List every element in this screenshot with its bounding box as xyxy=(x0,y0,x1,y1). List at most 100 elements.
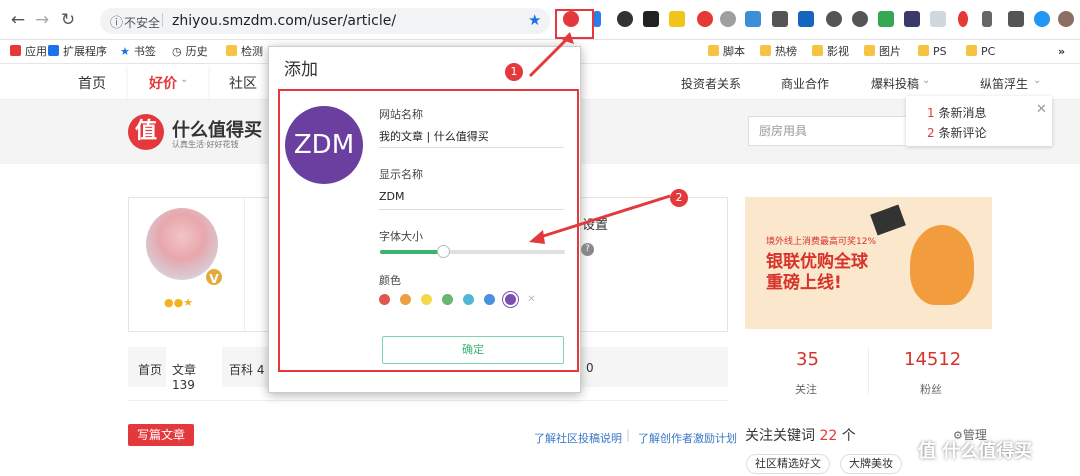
extension-icon[interactable] xyxy=(1008,11,1024,27)
extension-icon[interactable] xyxy=(720,11,736,27)
write-article-button[interactable]: 写篇文章 xyxy=(128,424,194,446)
folder-icon xyxy=(708,45,719,56)
bookmark-label: 扩展程序 xyxy=(63,45,107,58)
extension-icon[interactable] xyxy=(798,11,814,27)
divider xyxy=(162,13,163,27)
bookmark-label: PC xyxy=(981,45,996,58)
submission-guide-link[interactable]: 了解社区投稿说明 xyxy=(534,430,622,446)
tab-article-active[interactable]: 文章 139 xyxy=(166,347,222,392)
keyword-chip[interactable]: 大牌美妆 xyxy=(840,454,902,474)
extension-icon[interactable] xyxy=(904,11,920,27)
clock-icon: ◷ xyxy=(172,45,182,58)
incentive-plan-link[interactable]: 了解创作者激励计划 xyxy=(638,430,737,446)
back-icon[interactable]: ← xyxy=(8,10,28,30)
nav-deals-tab[interactable]: 好价 ⌄ xyxy=(128,64,208,100)
tab-wiki[interactable]: 百科 4 xyxy=(229,361,264,378)
bookmark-folder[interactable]: PC xyxy=(966,44,995,60)
nav-investor[interactable]: 投资者关系 xyxy=(681,75,741,92)
extension-icon[interactable] xyxy=(643,11,659,27)
chevron-down-icon: ⌄ xyxy=(180,74,189,85)
folder-icon xyxy=(760,45,771,56)
close-icon[interactable]: ✕ xyxy=(1036,102,1047,117)
color-swatch[interactable] xyxy=(421,294,432,305)
color-swatch[interactable] xyxy=(484,294,495,305)
extension-icon[interactable] xyxy=(878,11,894,27)
reload-icon[interactable]: ↻ xyxy=(58,10,78,30)
bookmark-history[interactable]: ◷ 历史 xyxy=(172,44,208,60)
nav-community[interactable]: 社区 xyxy=(229,73,257,93)
keywords-title: 关注关键词 22 个 xyxy=(745,425,856,445)
more-bookmarks-icon[interactable]: » xyxy=(1058,44,1065,60)
divider xyxy=(128,400,728,401)
bookmark-folder[interactable]: 检测 xyxy=(226,44,263,60)
profile-avatar-icon[interactable] xyxy=(1058,11,1074,27)
bookmark-bookmarks[interactable]: ★ 书签 xyxy=(120,44,156,60)
font-size-label: 字体大小 xyxy=(379,230,423,243)
site-logo[interactable]: 值 xyxy=(128,114,164,150)
nav-home[interactable]: 首页 xyxy=(78,73,106,93)
color-swatch[interactable] xyxy=(400,294,411,305)
fans-count[interactable]: 14512 xyxy=(904,349,961,370)
extension-icon[interactable] xyxy=(930,11,946,27)
extension-icon[interactable] xyxy=(669,11,685,27)
folder-icon xyxy=(226,45,237,56)
bookmark-folder[interactable]: 脚本 xyxy=(708,44,745,60)
follow-count[interactable]: 35 xyxy=(796,349,819,370)
color-swatch[interactable]: ✕ xyxy=(526,294,537,305)
confirm-button[interactable]: 确定 xyxy=(382,336,564,364)
color-swatch[interactable] xyxy=(463,294,474,305)
fans-label: 粉丝 xyxy=(920,383,942,396)
folder-icon xyxy=(812,45,823,56)
extension-icon[interactable] xyxy=(593,11,601,27)
nav-user[interactable]: 纵笛浮生 xyxy=(980,75,1028,92)
info-icon[interactable]: ⓘ xyxy=(110,12,123,31)
field-underline xyxy=(379,147,564,148)
star-icon: ★ xyxy=(120,45,130,58)
extension-icon[interactable] xyxy=(772,11,788,27)
tab-last[interactable]: 0 xyxy=(586,361,594,375)
chevron-down-icon: ⌄ xyxy=(1033,75,1042,86)
puzzle-icon xyxy=(48,45,59,56)
insecure-label: 不安全 xyxy=(124,16,161,30)
comment-count: 2 xyxy=(927,126,935,140)
forward-icon[interactable]: → xyxy=(32,10,52,30)
color-swatch[interactable] xyxy=(505,294,516,305)
slider-handle[interactable] xyxy=(436,245,450,258)
folder-icon xyxy=(918,45,929,56)
notice-messages[interactable]: 1 条新消息 xyxy=(927,103,1052,123)
bookmark-star-icon[interactable]: ★ xyxy=(528,11,541,29)
color-swatch[interactable] xyxy=(442,294,453,305)
nav-submit[interactable]: 爆料投稿 xyxy=(871,75,919,92)
bookmark-folder[interactable]: PS xyxy=(918,44,947,60)
bookmark-apps[interactable]: 应用 xyxy=(10,44,47,60)
extension-icon[interactable] xyxy=(826,11,842,27)
tab-home[interactable]: 首页 xyxy=(138,361,162,378)
folder-icon xyxy=(966,45,977,56)
notice-comments[interactable]: 2 条新评论 xyxy=(927,123,1052,143)
apps-icon xyxy=(10,45,21,56)
color-swatch[interactable] xyxy=(379,294,390,305)
site-avatar-preview: ZDM xyxy=(285,106,363,184)
extension-icon[interactable] xyxy=(1034,11,1050,27)
address-bar[interactable]: ⓘ 不安全 zhiyou.smzdm.com/user/article/ ★ xyxy=(100,8,550,34)
verified-badge-icon: V xyxy=(204,267,224,287)
bookmark-extensions[interactable]: 扩展程序 xyxy=(48,44,107,60)
bookmark-folder[interactable]: 影视 xyxy=(812,44,849,60)
url-text[interactable]: zhiyou.smzdm.com/user/article/ xyxy=(172,13,396,29)
extension-icon[interactable] xyxy=(745,11,761,27)
keyword-chip[interactable]: 社区精选好文 xyxy=(746,454,830,474)
nav-business[interactable]: 商业合作 xyxy=(781,75,829,92)
display-name-field[interactable]: ZDM xyxy=(379,190,405,203)
font-size-slider-fill xyxy=(380,250,443,254)
extension-icon[interactable] xyxy=(697,11,713,27)
extension-icon[interactable] xyxy=(852,11,868,27)
ad-line2: 重磅上线! xyxy=(766,273,842,293)
bookmark-folder[interactable]: 图片 xyxy=(864,44,901,60)
extension-icon[interactable] xyxy=(958,11,968,27)
bookmark-label: 影视 xyxy=(827,45,849,58)
extension-icon[interactable] xyxy=(617,11,633,27)
extension-icon[interactable] xyxy=(982,11,992,27)
bookmark-folder[interactable]: 热榜 xyxy=(760,44,797,60)
site-name-field[interactable]: 我的文章 | 什么值得买 xyxy=(379,128,489,144)
search-input[interactable]: 厨房用具 xyxy=(748,116,908,146)
